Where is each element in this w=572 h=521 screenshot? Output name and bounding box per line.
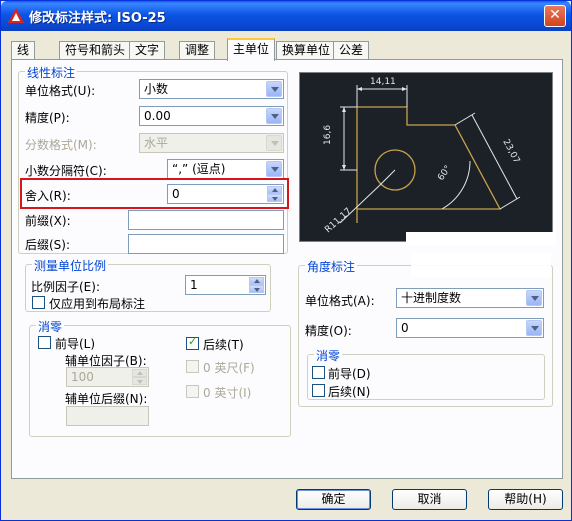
angular-trailing-zero-checkbox[interactable] [312,384,325,397]
tab-symbols-arrows[interactable]: 符号和箭头 [59,41,132,60]
preview-dim-right: 23,07 [500,138,521,165]
sub-unit-factor-spinner[interactable] [132,369,147,385]
layout-only-label: 仅应用到布局标注 [49,297,146,311]
zero-suppression-title: 消零 [36,318,65,335]
fraction-format-value: 水平 [144,136,169,150]
suffix-label: 后缀(S): [25,238,71,252]
sub-unit-suffix-input[interactable] [66,406,149,426]
tab-tolerances[interactable]: 公差 [333,41,370,60]
roundoff-highlight-box [20,178,289,209]
leading-zero-checkbox[interactable] [38,336,51,349]
fraction-format-label: 分数格式(M): [25,138,97,152]
angular-precision-label: 精度(O): [305,324,352,338]
angular-unit-format-value: 十进制度数 [401,291,462,305]
angular-dimensions-title: 角度标注 [305,258,358,275]
layout-only-checkbox[interactable] [32,296,45,309]
chevron-down-icon[interactable] [266,108,282,124]
scale-factor-label: 比例因子(E): [31,280,100,294]
inches-zero-label: 0 英寸(I) [203,386,252,400]
chevron-down-icon[interactable] [266,135,282,151]
cancel-button[interactable]: 取消 [392,489,467,510]
angular-precision-select[interactable]: 0 [396,318,544,338]
fraction-format-select[interactable]: 水平 [139,133,284,153]
precision-label: 精度(P): [25,111,70,125]
angular-unit-format-select[interactable]: 十进制度数 [396,288,544,308]
prefix-input[interactable] [128,210,284,230]
chevron-down-icon[interactable] [266,161,282,177]
unit-format-label: 单位格式(U): [25,84,96,98]
tab-alternate-units[interactable]: 换算单位 [276,41,337,60]
scale-factor-input[interactable]: 1 [185,275,266,295]
dimension-preview: 14,11 16,6 23,07 60° R11,17 [299,72,553,242]
tab-fit[interactable]: 调整 [179,41,216,60]
sub-unit-factor-input[interactable]: 100 [66,367,149,387]
unit-format-value: 小数 [144,82,169,96]
feet-zero-label: 0 英尺(F) [203,361,255,375]
scale-factor-spinner[interactable] [249,277,264,293]
angular-leading-zero-checkbox[interactable] [312,366,325,379]
noise-patch [411,253,551,277]
precision-value: 0.00 [144,109,171,123]
prefix-label: 前缀(X): [25,214,71,228]
precision-select[interactable]: 0.00 [139,106,284,126]
angular-trailing-zero-label: 后续(N) [328,385,371,399]
autocad-app-icon [8,8,24,23]
angular-leading-zero-label: 前导(D) [328,367,371,381]
noise-patch [406,232,556,246]
window-title: 修改标注样式: ISO-25 [29,11,166,26]
preview-dim-left: 16,6 [323,125,333,145]
tab-primary-units[interactable]: 主单位 [227,38,276,61]
trailing-zero-checkbox[interactable] [186,335,199,350]
title-bar[interactable]: 修改标注样式: ISO-25 ✕ [1,1,571,31]
decimal-separator-value: “,” (逗点) [172,162,226,176]
decimal-separator-label: 小数分隔符(C): [25,164,107,178]
sub-unit-suffix-label: 辅单位后缀(N): [65,392,148,406]
preview-dim-radius: R11,17 [323,206,353,235]
measurement-scale-title: 测量单位比例 [32,257,109,274]
trailing-zero-label: 后续(T) [203,338,244,352]
chevron-down-icon[interactable] [266,81,282,97]
preview-dim-angle: 60° [436,164,453,183]
ok-button[interactable]: 确定 [296,489,371,510]
linear-dimensions-title: 线性标注 [25,64,78,81]
tab-lines[interactable]: 线 [11,41,36,60]
decimal-separator-select[interactable]: “,” (逗点) [167,159,284,179]
angular-unit-format-label: 单位格式(A): [305,294,375,308]
inches-zero-checkbox[interactable] [186,385,199,398]
angular-precision-value: 0 [401,321,409,335]
preview-dim-top: 14,11 [370,77,396,87]
chevron-down-icon[interactable] [526,320,542,336]
chevron-down-icon[interactable] [526,290,542,306]
unit-format-select[interactable]: 小数 [139,79,284,99]
close-button[interactable]: ✕ [544,5,566,27]
scale-factor-value: 1 [190,278,198,292]
preview-drawing: 14,11 16,6 23,07 60° R11,17 [323,77,521,235]
dialog-window: 修改标注样式: ISO-25 ✕ 线 符号和箭头 文字 调整 主单位 换算单位 … [0,0,572,521]
tab-text[interactable]: 文字 [129,41,166,60]
leading-zero-label: 前导(L) [55,337,96,351]
help-button[interactable]: 帮助(H) [488,489,563,510]
feet-zero-checkbox[interactable] [186,360,199,373]
sub-unit-factor-value: 100 [71,370,94,384]
angular-zero-suppression-title: 消零 [314,347,343,364]
suffix-input[interactable] [128,234,284,254]
